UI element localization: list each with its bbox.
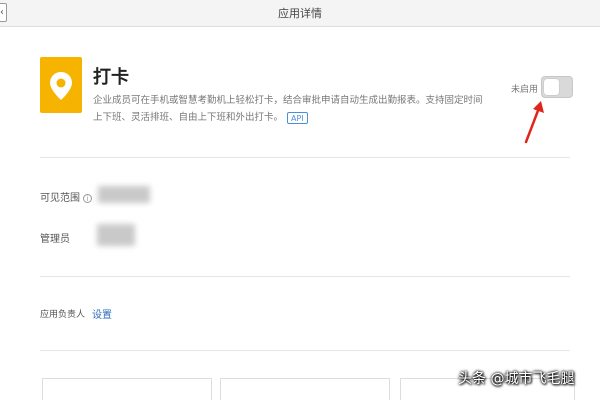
admin-label: 管理员 <box>40 234 70 245</box>
visible-range-row: 可见范围 i <box>40 189 92 204</box>
blurred-visible-range <box>98 186 150 203</box>
info-icon[interactable]: i <box>83 193 92 203</box>
app-name: 打卡 <box>93 67 129 88</box>
watermark: 头条 @城市飞毛腿 <box>458 371 575 387</box>
api-tag[interactable]: API <box>287 111 308 124</box>
owner-settings-link[interactable]: 设置 <box>92 306 112 321</box>
location-pin-icon <box>50 72 72 100</box>
card <box>220 378 390 400</box>
toggle-knob <box>544 79 559 95</box>
top-bar: ‹ 应用详情 <box>0 0 600 27</box>
divider <box>40 157 570 158</box>
enable-toggle[interactable] <box>541 76 573 98</box>
annotation-arrow <box>524 101 544 144</box>
app-description: 企业成员可在手机或智慧考勤机上轻松打卡，结合审批申请自动生成出勤报表。支持固定时… <box>93 92 483 126</box>
visible-range-label: 可见范围 <box>40 193 80 204</box>
owner-label: 应用负责人 <box>40 310 86 320</box>
card <box>42 378 212 400</box>
divider <box>40 350 570 351</box>
blurred-admin <box>97 224 135 246</box>
divider <box>40 276 570 277</box>
page-title: 应用详情 <box>278 7 322 20</box>
app-icon <box>40 57 82 113</box>
status-label: 未启用 <box>511 85 539 95</box>
